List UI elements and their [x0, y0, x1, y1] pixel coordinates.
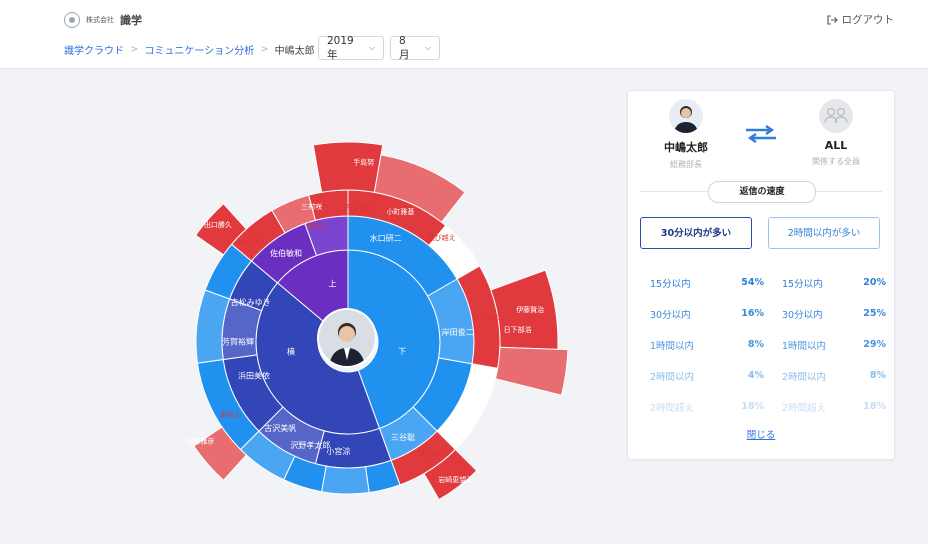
- month-select[interactable]: 8月 ⌵: [390, 34, 440, 61]
- speed-title: 返信の速度: [708, 181, 816, 203]
- company-logo[interactable]: 株式会社 識学: [64, 12, 142, 28]
- row-right-value: 18%: [863, 401, 886, 412]
- right-person-name: ALL: [824, 139, 848, 152]
- logo-icon: [64, 12, 80, 28]
- breadcrumb-separator: >: [130, 44, 139, 55]
- tab-right-summary[interactable]: 2時間以内が多い: [768, 217, 880, 249]
- chart-label: 石原雅彦: [186, 437, 214, 446]
- chart-label: 伊藤賢治: [516, 305, 544, 314]
- chart-label: 飛び越え: [428, 233, 456, 242]
- chart-label: 横: [287, 347, 295, 357]
- breadcrumb-root-link[interactable]: 識学クラウド: [64, 42, 124, 57]
- person-photo: [669, 99, 703, 133]
- logo-name: 識学: [120, 14, 142, 27]
- chart-label: 三谷聡: [391, 433, 415, 442]
- row-left-value: 4%: [747, 370, 764, 381]
- row-left-value: 54%: [741, 277, 764, 288]
- logout-label: ログアウト: [841, 14, 895, 26]
- chart-label: 飛び越え: [346, 203, 374, 212]
- chart-label: 芳賀裕輝: [222, 337, 254, 347]
- chart-label: 沢野孝太郎: [290, 440, 330, 450]
- sunburst-svg: 水口研二岸田俊二三谷聡沢野孝太郎小宮涼 古沢美帆 浜田美依 芳賀裕輝 古松みゆき 佐伯敏和…: [186, 141, 569, 501]
- sunburst-segment-outer[interactable]: [321, 465, 370, 495]
- chart-label: 小町雅基: [386, 207, 414, 216]
- chart-label: 浜田美依: [238, 371, 270, 381]
- speed-table: 15分以内 54% 15分以内 20% 30分以内 16% 30分以内 25% 1時間以内 8…: [650, 267, 886, 422]
- row-label: 15分以内: [782, 278, 823, 290]
- group-icon: [824, 107, 848, 124]
- row-right-value: 29%: [863, 339, 886, 350]
- row-label: 2時間以内: [650, 371, 695, 383]
- chart-label: 下: [398, 347, 406, 356]
- top-bar: 株式会社 識学 ログアウト 識学クラウド > コミュニケーション分析 > 中嶋太…: [0, 0, 928, 69]
- chart-label: 古松みゆき: [231, 297, 271, 307]
- breadcrumb: 識学クラウド > コミュニケーション分析 > 中嶋太郎: [64, 42, 315, 57]
- speed-row: 2時間超え 18% 2時間超え 18%: [650, 391, 886, 422]
- chevron-down-icon: ⌵: [424, 43, 431, 52]
- speed-row: 30分以内 16% 30分以内 25%: [650, 298, 886, 329]
- communication-sunburst-chart: 水口研二岸田俊二三谷聡沢野孝太郎 小宮涼 古沢美帆 浜田美依 芳賀裕輝 古松みゆき 佐伯敏和…: [186, 96, 586, 502]
- month-value: 8月: [399, 34, 410, 61]
- chart-label: 佐伯敏和: [270, 248, 302, 258]
- logout-icon: [826, 14, 838, 25]
- row-left-value: 8%: [747, 339, 764, 350]
- row-label: 2時間以内: [782, 371, 827, 383]
- chart-label: 飛び越え: [472, 313, 500, 322]
- chart-label: 古沢美帆: [264, 423, 296, 433]
- chart-label: 手島努: [353, 158, 374, 167]
- speed-row: 1時間以内 8% 1時間以内 29%: [650, 329, 886, 360]
- row-right-value: 8%: [869, 370, 886, 381]
- breadcrumb-section-link[interactable]: コミュニケーション分析: [144, 42, 254, 57]
- group-avatar: [819, 99, 853, 133]
- row-label: 30分以内: [650, 309, 691, 321]
- center-avatar: [319, 310, 375, 366]
- row-left-value: 18%: [741, 401, 764, 412]
- chart-label: 坂下一代: [446, 250, 474, 259]
- breadcrumb-current: 中嶋太郎: [274, 46, 315, 57]
- chart-label: 小宮涼: [326, 446, 350, 456]
- left-person-card: 中嶋太郎 総務部長: [646, 99, 726, 170]
- row-right-value: 20%: [863, 277, 886, 288]
- tab-left-summary[interactable]: 30分以内が多い: [640, 217, 752, 249]
- row-label: 30分以内: [782, 309, 823, 321]
- chart-label: 斜め上: [220, 410, 241, 419]
- row-right-value: 25%: [863, 308, 886, 319]
- right-person-role: 関係する全員: [812, 157, 860, 166]
- person-photo-icon: [674, 106, 698, 133]
- row-label: 1時間以内: [650, 340, 695, 352]
- right-person-card: ALL 関係する全員: [796, 99, 876, 167]
- close-link[interactable]: 閉じる: [628, 427, 894, 441]
- chart-label: 三村咲: [301, 202, 322, 211]
- chart-label: 岩崎恵望子: [438, 475, 473, 484]
- logout-button[interactable]: ログアウト: [826, 12, 895, 27]
- chart-label: 飛び越え: [418, 449, 446, 458]
- speed-row: 2時間以内 4% 2時間以内 8%: [650, 360, 886, 391]
- breadcrumb-separator: >: [260, 44, 269, 55]
- chevron-down-icon: ⌵: [368, 43, 375, 52]
- chart-label: 飛び越え: [238, 238, 266, 247]
- logo-prefix: 株式会社: [86, 16, 114, 24]
- year-select[interactable]: 2019年 ⌵: [318, 34, 384, 61]
- row-label: 1時間以内: [782, 340, 827, 352]
- person-photo-icon: [319, 310, 375, 366]
- chart-label: 日下部浩: [504, 325, 532, 334]
- sunburst-spike[interactable]: [494, 346, 569, 396]
- swap-arrows-icon[interactable]: [744, 125, 778, 143]
- chart-label: 出口勝久: [204, 220, 232, 229]
- row-label: 2時間超え: [650, 402, 695, 414]
- row-label: 2時間超え: [782, 402, 827, 414]
- left-person-role: 総務部長: [670, 160, 702, 169]
- left-person-name: 中嶋太郎: [664, 141, 708, 154]
- sunburst-spike[interactable]: [312, 141, 384, 193]
- year-value: 2019年: [327, 34, 354, 61]
- row-label: 15分以内: [650, 278, 691, 290]
- chart-label: 水口研二: [370, 233, 402, 243]
- chart-label: 上: [328, 280, 336, 289]
- chart-label: 斜め上: [306, 221, 327, 230]
- row-left-value: 16%: [741, 308, 764, 319]
- chart-label: 岸田俊二: [442, 327, 474, 337]
- comparison-panel: 中嶋太郎 総務部長 ALL 関係する全員 返信の速度 30分以内が多い 2時間以…: [627, 90, 895, 460]
- speed-row: 15分以内 54% 15分以内 20%: [650, 267, 886, 298]
